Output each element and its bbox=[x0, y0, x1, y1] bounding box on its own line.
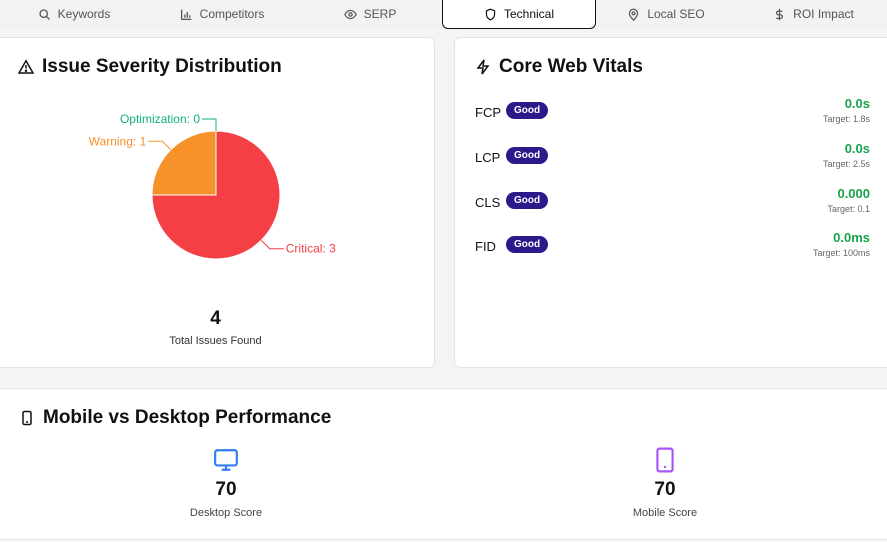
metric-name: CLS bbox=[475, 195, 501, 210]
pie-leader-line bbox=[260, 239, 284, 250]
total-issues-label: Total Issues Found bbox=[169, 335, 262, 347]
dollar-icon bbox=[776, 8, 784, 20]
metric-name: LCP bbox=[475, 150, 501, 165]
tab-local-seo[interactable]: Local SEO bbox=[592, 0, 740, 28]
eye-icon bbox=[343, 9, 357, 19]
tab-bar: Keywords Competitors SERP Technical Loca… bbox=[0, 0, 887, 29]
card-title-text: Mobile vs Desktop Performance bbox=[43, 407, 332, 428]
metric-value: 0.0s bbox=[844, 96, 870, 111]
tab-competitors[interactable]: Competitors bbox=[148, 0, 296, 28]
core-web-vitals-card: Core Web Vitals FCP Good 0.0s Target: 1.… bbox=[454, 37, 887, 368]
severity-pie-chart: Critical: 3 Warning: 1 Optimization: 0 bbox=[89, 112, 336, 260]
status-badge: Good bbox=[506, 236, 549, 253]
tab-label: Competitors bbox=[199, 7, 265, 21]
metric-name: FID bbox=[475, 239, 496, 254]
metric-value: 0.0ms bbox=[833, 230, 870, 245]
cwv-row-fid: FID Good 0.0ms Target: 100ms bbox=[475, 230, 870, 262]
card-title-text: Issue Severity Distribution bbox=[42, 56, 282, 77]
tab-label: ROI Impact bbox=[793, 7, 854, 21]
cwv-row-fcp: FCP Good 0.0s Target: 1.8s bbox=[475, 96, 870, 128]
severity-card-title: Issue Severity Distribution bbox=[18, 56, 282, 78]
status-badge: Good bbox=[506, 147, 549, 164]
mobile-score-value: 70 bbox=[654, 479, 676, 500]
zap-icon bbox=[476, 59, 490, 75]
metric-target: Target: 100ms bbox=[812, 248, 870, 258]
pie-label-optimization: Optimization: 0 bbox=[120, 112, 200, 126]
metric-target: Target: 0.1 bbox=[827, 204, 870, 214]
tab-keywords[interactable]: Keywords bbox=[0, 0, 148, 28]
cwv-row-cls: CLS Good 0.000 Target: 0.1 bbox=[475, 186, 870, 218]
pie-label-critical: Critical: 3 bbox=[286, 242, 336, 256]
desktop-score-label: Desktop Score bbox=[189, 507, 263, 519]
metric-value: 0.0s bbox=[844, 141, 870, 156]
desktop-score-value: 70 bbox=[215, 479, 237, 500]
bar-chart-icon bbox=[180, 9, 192, 20]
shield-icon bbox=[485, 8, 496, 20]
total-issues-value: 4 bbox=[210, 308, 221, 329]
performance-card: Mobile vs Desktop Performance 70 Desktop… bbox=[0, 388, 887, 540]
tab-label: Local SEO bbox=[647, 7, 705, 21]
pie-slice-warning[interactable] bbox=[151, 130, 217, 196]
cwv-card-title: Core Web Vitals bbox=[475, 56, 643, 78]
search-icon bbox=[39, 8, 50, 20]
tab-label: Technical bbox=[503, 7, 555, 21]
mobile-score-label: Mobile Score bbox=[632, 507, 698, 519]
cwv-row-lcp: LCP Good 0.0s Target: 2.5s bbox=[475, 141, 870, 173]
tab-label: Keywords bbox=[57, 7, 111, 21]
status-badge: Good bbox=[506, 192, 549, 209]
tab-label: SERP bbox=[363, 7, 397, 21]
tablet-icon bbox=[656, 447, 674, 473]
tab-serp[interactable]: SERP bbox=[296, 0, 444, 28]
metric-name: FCP bbox=[475, 105, 501, 120]
metric-target: Target: 1.8s bbox=[822, 114, 870, 124]
status-badge: Good bbox=[506, 102, 549, 119]
severity-card: Issue Severity Distribution Critical: 3 W… bbox=[0, 37, 435, 368]
tab-roi-impact[interactable]: ROI Impact bbox=[740, 0, 887, 28]
pie-leader-line bbox=[148, 140, 172, 151]
metric-target: Target: 2.5s bbox=[822, 159, 870, 169]
alert-triangle-icon bbox=[18, 59, 34, 74]
pie-label-warning: Warning: 1 bbox=[89, 134, 147, 148]
pie-leader-line bbox=[202, 118, 217, 131]
monitor-icon bbox=[214, 449, 238, 471]
map-pin-icon bbox=[629, 8, 639, 21]
card-title-text: Core Web Vitals bbox=[499, 56, 643, 77]
metric-value: 0.000 bbox=[837, 186, 870, 201]
smartphone-icon bbox=[22, 410, 32, 426]
performance-card-title: Mobile vs Desktop Performance bbox=[19, 407, 331, 429]
mobile-score-block: 70 Mobile Score bbox=[585, 447, 745, 519]
desktop-score-block: 70 Desktop Score bbox=[146, 447, 306, 519]
tab-technical[interactable]: Technical bbox=[442, 0, 596, 29]
